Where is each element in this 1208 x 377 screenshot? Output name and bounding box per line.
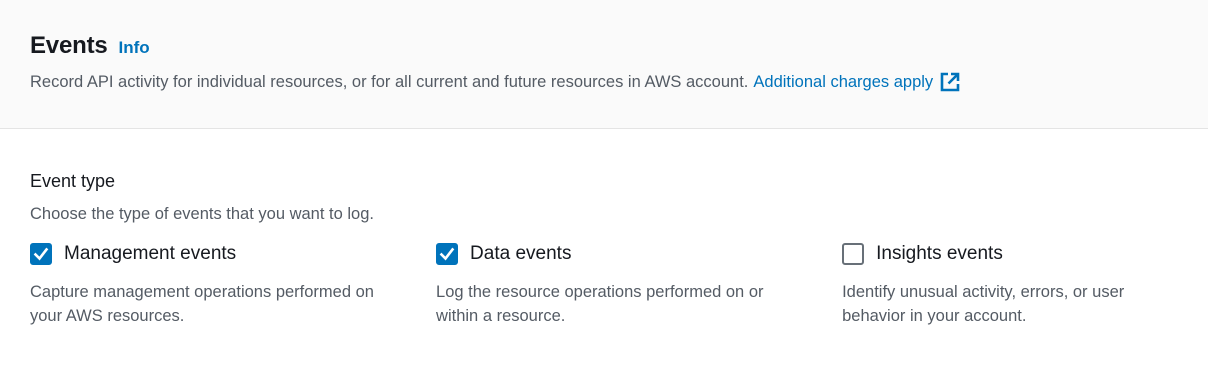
option-management-events: Management events Capture management ope… bbox=[30, 243, 436, 328]
additional-charges-label: Additional charges apply bbox=[753, 72, 934, 91]
management-events-checkbox[interactable] bbox=[30, 243, 52, 265]
data-events-description: Log the resource operations performed on… bbox=[436, 283, 764, 325]
event-type-options: Management events Capture management ope… bbox=[30, 243, 1178, 328]
data-events-checkbox[interactable] bbox=[436, 243, 459, 265]
data-events-checkbox-row[interactable]: Data events bbox=[436, 243, 842, 265]
insights-events-checkbox-row[interactable]: Insights events bbox=[842, 243, 1178, 265]
header-description: Record API activity for individual resou… bbox=[30, 72, 1178, 92]
events-panel: Events Info Record API activity for indi… bbox=[0, 0, 1208, 377]
event-type-label: Event type bbox=[30, 171, 116, 191]
option-insights-events: Insights events Identify unusual activit… bbox=[842, 243, 1178, 328]
event-type-section: Event type Choose the type of events tha… bbox=[0, 129, 1208, 328]
data-events-label: Data events bbox=[470, 243, 572, 264]
insights-events-description: Identify unusual activity, errors, or us… bbox=[842, 283, 1125, 325]
events-header: Events Info Record API activity for indi… bbox=[0, 0, 1208, 129]
external-link-icon bbox=[940, 72, 960, 92]
insights-events-label: Insights events bbox=[876, 243, 1003, 264]
management-events-description: Capture management operations performed … bbox=[30, 283, 374, 325]
checkmark-icon bbox=[33, 247, 49, 261]
additional-charges-link[interactable]: Additional charges apply bbox=[753, 72, 960, 92]
insights-events-checkbox[interactable] bbox=[842, 243, 865, 265]
header-description-text: Record API activity for individual resou… bbox=[30, 72, 749, 91]
management-events-checkbox-row[interactable]: Management events bbox=[30, 243, 436, 265]
info-link[interactable]: Info bbox=[119, 38, 150, 58]
title-row: Events Info bbox=[30, 32, 1178, 60]
option-data-events: Data events Log the resource operations … bbox=[436, 243, 842, 328]
checkmark-icon bbox=[439, 247, 455, 261]
event-type-description: Choose the type of events that you want … bbox=[30, 205, 374, 223]
management-events-label: Management events bbox=[64, 243, 237, 264]
page-title: Events bbox=[30, 32, 108, 59]
